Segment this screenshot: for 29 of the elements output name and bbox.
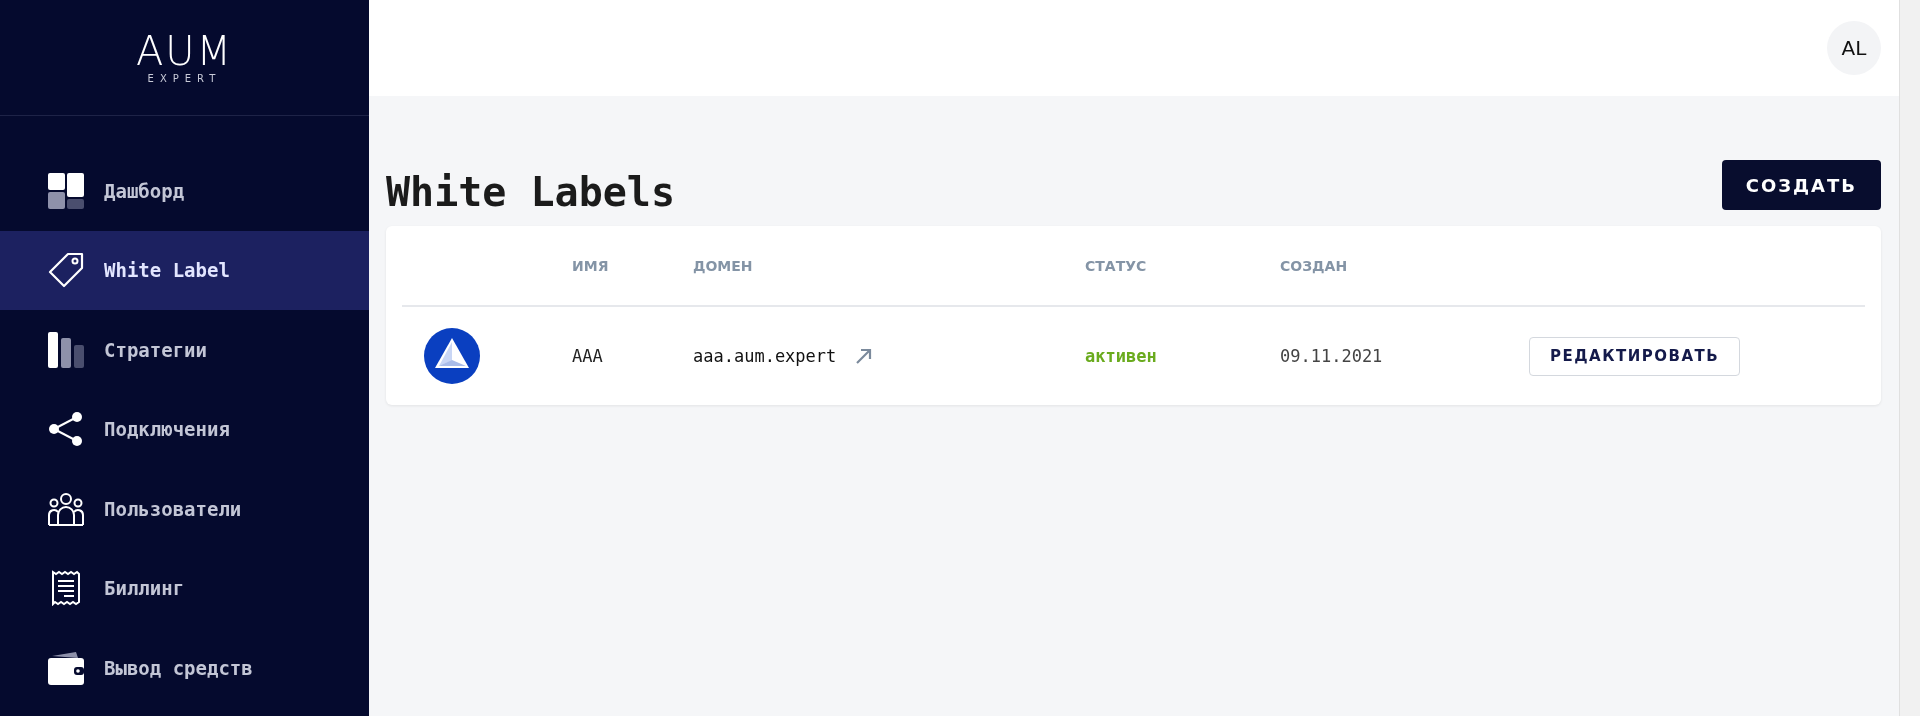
- domain-link[interactable]: aaa.aum.expert: [693, 346, 837, 366]
- nav-item[interactable]: Дашборд: [0, 151, 369, 231]
- create-button[interactable]: СОЗДАТЬ: [1721, 160, 1881, 210]
- nav-item[interactable]: Стратегии: [0, 310, 369, 390]
- triangle-logo-icon: [424, 328, 480, 384]
- bar-chart-icon: [48, 331, 84, 368]
- edit-button[interactable]: РЕДАКТИРОВАТЬ: [1529, 336, 1741, 376]
- logo-name: AUM: [135, 31, 234, 71]
- status-text: активен: [1085, 346, 1158, 366]
- nav-item[interactable]: Пользователи: [0, 469, 369, 549]
- share-icon: [48, 411, 84, 448]
- tag-icon: [48, 252, 84, 289]
- scrollbar[interactable]: [1899, 0, 1920, 716]
- page-title: White Labels: [386, 169, 675, 215]
- wallet-icon: [48, 649, 84, 686]
- users-icon: [48, 490, 84, 527]
- column-header: ИМЯ: [572, 257, 610, 274]
- column-header: ДОМЕН: [693, 257, 754, 274]
- dashboard-icon: [48, 172, 84, 209]
- nav-item[interactable]: Вывод средств: [0, 628, 369, 708]
- column-header: СОЗДАН: [1280, 257, 1349, 274]
- column-header: СТАТУС: [1085, 257, 1148, 274]
- nav-item[interactable]: White Label: [0, 230, 369, 310]
- nav-item[interactable]: Подключения: [0, 389, 369, 469]
- created-date: 09.11.2021: [1280, 346, 1384, 366]
- logo-subtitle: EXPERT: [147, 73, 222, 84]
- user-avatar[interactable]: AL: [1827, 21, 1881, 75]
- nav-item[interactable]: Биллинг: [0, 548, 369, 628]
- name-cell-text: AAA: [572, 346, 604, 366]
